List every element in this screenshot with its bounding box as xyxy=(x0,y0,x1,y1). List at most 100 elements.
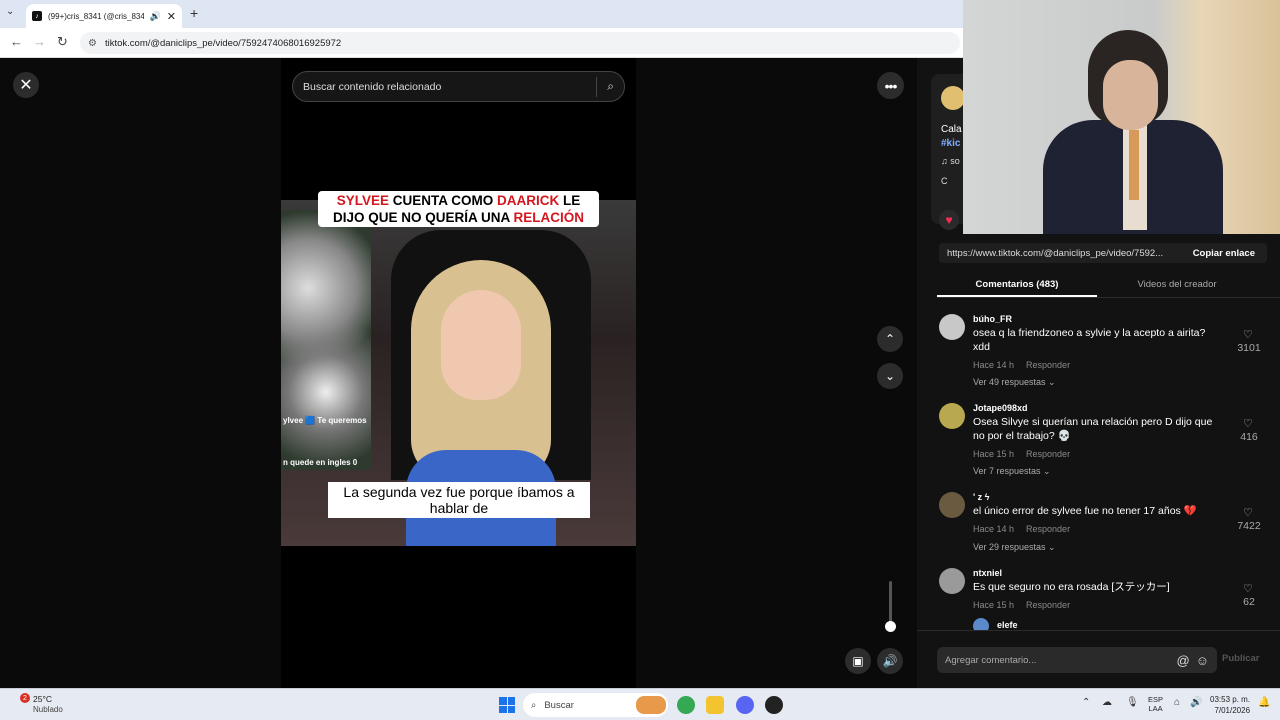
copy-link-button[interactable]: Copiar enlace xyxy=(1181,248,1267,259)
stream-overlay-text: ylvee 🟦 Te queremos xyxy=(283,416,367,425)
close-video-button[interactable]: ✕ xyxy=(13,72,39,98)
comment-like-count: 62 xyxy=(1243,596,1255,608)
reply-user[interactable]: elefe xyxy=(997,620,1018,630)
comment-input-bar: Agregar comentario... @ ☺ Publicar xyxy=(917,630,1280,688)
network-app-icon[interactable]: ☁ xyxy=(1102,697,1112,708)
obs-icon[interactable] xyxy=(765,696,783,714)
tab-list-chevron-icon[interactable]: ⌄ xyxy=(6,6,14,17)
comment-like-icon[interactable]: ♡ xyxy=(1243,506,1253,519)
comment-user[interactable]: ' z ϟ xyxy=(973,492,989,502)
more-options-button[interactable]: ••• xyxy=(877,72,904,99)
reply-button[interactable]: Responder xyxy=(1026,600,1070,610)
comment-user[interactable]: búho_FR xyxy=(973,314,1012,324)
wifi-icon[interactable]: ⌂ xyxy=(1174,697,1180,708)
sound-link[interactable]: ♫ so xyxy=(941,156,960,166)
tab-title: (99+)cris_8341 (@cris_834 xyxy=(48,11,144,21)
share-link-row: https://www.tiktok.com/@daniclips_pe/vid… xyxy=(939,243,1267,263)
url-field[interactable]: ⚙ tiktok.com/@daniclips_pe/video/7592474… xyxy=(80,32,960,54)
related-search-placeholder: Buscar contenido relacionado xyxy=(303,80,442,93)
reply-button[interactable]: Responder xyxy=(1026,524,1070,534)
publish-button[interactable]: Publicar xyxy=(1222,653,1260,664)
comment-meta: Hace 15 h Responder xyxy=(973,449,1071,459)
panel-tabs: Comentarios (483) Videos del creador xyxy=(937,272,1280,298)
comment-like-count: 416 xyxy=(1240,431,1258,443)
windows-taskbar: 2 25°C Nublado ⌕ Buscar ⌃ ☁ 🎙 ESP LAA ⌂ 🔊… xyxy=(0,688,1280,720)
comment-like-icon[interactable]: ♡ xyxy=(1243,328,1253,341)
comment-like-icon[interactable]: ♡ xyxy=(1243,582,1253,595)
comment-user[interactable]: ntxniel xyxy=(973,568,1002,578)
comment-user[interactable]: Jotape098xd xyxy=(973,403,1028,413)
volume-knob[interactable] xyxy=(885,621,896,632)
weather-temp[interactable]: 25°C xyxy=(33,694,52,704)
view-replies-button[interactable]: Ver 29 respuestas ⌄ xyxy=(973,542,1056,553)
creator-desc-text: Cala xyxy=(941,124,962,135)
emoji-icon[interactable]: ☺ xyxy=(1196,653,1209,668)
view-replies-button[interactable]: Ver 7 respuestas ⌄ xyxy=(973,466,1051,477)
comment-text: Es que seguro no era rosada [ステッカー] xyxy=(973,581,1170,593)
weather-badge: 2 xyxy=(20,693,30,703)
video-title-caption: SYLVEE CUENTA COMO DAARICK LE DIJO QUE N… xyxy=(318,191,599,227)
stream-overlay-text-2: n quede en ingles 0 xyxy=(283,458,358,467)
avatar[interactable] xyxy=(939,568,965,594)
comment-like-icon[interactable]: ♡ xyxy=(1243,417,1253,430)
like-heart-icon[interactable]: ♥ xyxy=(939,210,959,230)
reply-button[interactable]: Responder xyxy=(1026,360,1070,370)
hashtag-link[interactable]: #kic xyxy=(941,138,960,149)
chrome-icon[interactable] xyxy=(677,696,695,714)
comment-input[interactable]: Agregar comentario... @ ☺ xyxy=(937,647,1217,673)
site-info-icon[interactable]: ⚙ xyxy=(88,38,97,49)
search-divider xyxy=(596,76,598,97)
view-replies-button[interactable]: Ver 49 respuestas ⌄ xyxy=(973,377,1056,388)
tab-comments[interactable]: Comentarios (483) xyxy=(937,272,1097,297)
comment-text: osea q la friendzoneo a sylvie y la acep… xyxy=(973,327,1206,353)
comment-placeholder: Agregar comentario... xyxy=(945,654,1037,666)
webcam-overlay-image xyxy=(963,0,1280,234)
search-icon[interactable]: ⌕ xyxy=(607,79,614,94)
comment-like-count: 3101 xyxy=(1237,342,1261,354)
volume-icon[interactable]: 🔊 xyxy=(877,648,903,674)
microphone-icon[interactable]: 🎙 xyxy=(1126,697,1139,708)
creator-extra: C xyxy=(941,176,948,186)
windows-start-icon[interactable] xyxy=(499,697,515,713)
flowers-image xyxy=(281,210,371,470)
comment-text: el único error de sylvee fue no tener 17… xyxy=(973,505,1197,517)
share-url: https://www.tiktok.com/@daniclips_pe/vid… xyxy=(947,247,1164,259)
video-viewer: ✕ Buscar contenido relacionado ⌕ SYLVEE … xyxy=(0,58,917,688)
tab-creator-videos[interactable]: Videos del creador xyxy=(1097,272,1257,297)
file-explorer-icon[interactable] xyxy=(706,696,724,714)
url-text: tiktok.com/@daniclips_pe/video/759247406… xyxy=(104,37,342,49)
tab-audio-icon[interactable]: 🔊 xyxy=(150,11,161,22)
tray-chevron-icon[interactable]: ⌃ xyxy=(1082,697,1090,708)
language-indicator[interactable]: ESP LAA xyxy=(1148,695,1163,713)
tab-close-icon[interactable]: ✕ xyxy=(167,10,176,23)
mention-icon[interactable]: @ xyxy=(1177,653,1190,668)
avatar[interactable] xyxy=(939,492,965,518)
notification-bell-icon[interactable]: 🔔 xyxy=(1258,697,1270,708)
previous-video-button[interactable]: ⌃ xyxy=(877,326,903,352)
creator-avatar[interactable] xyxy=(941,86,965,110)
search-highlight-icon[interactable] xyxy=(636,696,666,714)
search-icon: ⌕ xyxy=(531,699,537,711)
weather-condition: Nublado xyxy=(33,705,63,714)
browser-tab-active[interactable]: ♪ (99+)cris_8341 (@cris_834 🔊 ✕ xyxy=(26,4,182,28)
comment-meta: Hace 14 h Responder xyxy=(973,360,1071,370)
clock[interactable]: 03:53 p. m. 7/01/2026 xyxy=(1210,694,1250,716)
comment-meta: Hace 15 h Responder xyxy=(973,600,1071,610)
avatar[interactable] xyxy=(939,403,965,429)
reply-button[interactable]: Responder xyxy=(1026,449,1070,459)
tiktok-favicon-icon: ♪ xyxy=(32,11,42,21)
back-arrow-icon[interactable]: ← xyxy=(10,34,23,49)
next-video-button[interactable]: ⌄ xyxy=(877,363,903,389)
pip-button[interactable]: ▣ xyxy=(845,648,871,674)
comment-text: Osea Silvye si querían una relación pero… xyxy=(973,416,1213,442)
reload-icon[interactable]: ↻ xyxy=(57,34,68,50)
discord-icon[interactable] xyxy=(736,696,754,714)
avatar[interactable] xyxy=(939,314,965,340)
comment-meta: Hace 14 h Responder xyxy=(973,524,1071,534)
related-search-input[interactable]: Buscar contenido relacionado ⌕ xyxy=(292,71,625,102)
forward-arrow-icon[interactable]: → xyxy=(33,34,46,49)
new-tab-button[interactable]: + xyxy=(190,5,198,21)
comment-like-count: 7422 xyxy=(1237,520,1261,532)
subtitle-caption: La segunda vez fue porque íbamos a habla… xyxy=(328,482,590,518)
speaker-icon[interactable]: 🔊 xyxy=(1190,697,1202,708)
